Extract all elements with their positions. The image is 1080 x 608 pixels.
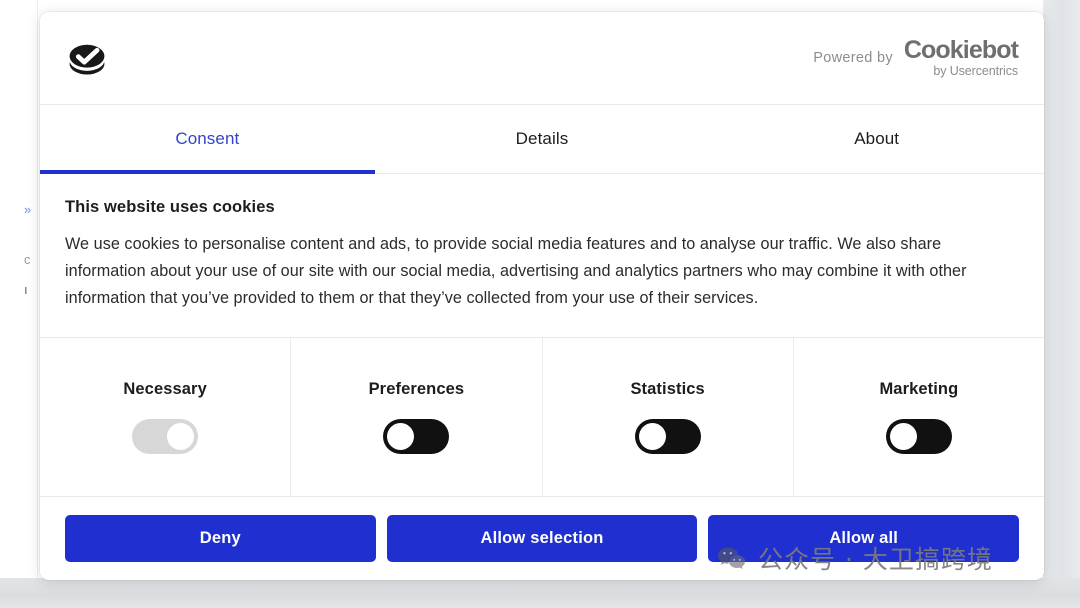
toggle-necessary-knob [167,423,195,451]
cookie-consent-dialog: Powered by Cookiebot by Usercentrics Con… [40,12,1044,580]
background-ghost-text-2: с [24,252,31,267]
toggle-statistics[interactable] [634,419,701,455]
toggle-statistics-knob [638,423,666,451]
background-bottom-strip [0,578,1080,608]
tab-consent[interactable]: Consent [40,105,375,174]
dialog-tabs: Consent Details About [40,105,1044,174]
category-necessary[interactable]: Necessary [40,338,292,496]
tab-details[interactable]: Details [375,105,710,173]
toggle-necessary [132,419,199,455]
toggle-preferences[interactable] [383,419,450,455]
background-ghost-text-1: » [24,202,32,217]
cookiebot-wordmark: Cookiebot by Usercentrics [903,36,1019,79]
tab-about[interactable]: About [709,105,1044,173]
background-ghost-text-3: ı [24,282,28,297]
powered-by-label: Powered by [813,50,893,66]
background-left-strip [0,0,40,578]
toggle-preferences-knob [387,423,415,451]
allow-all-button[interactable]: Allow all [708,515,1020,562]
category-statistics-label: Statistics [630,380,705,399]
category-marketing-label: Marketing [879,380,959,399]
body-title: This website uses cookies [65,198,275,216]
toggle-marketing[interactable] [885,419,952,455]
cookie-check-icon [65,36,109,80]
dialog-header: Powered by Cookiebot by Usercentrics [40,12,1044,105]
dialog-body: This website uses cookies We use cookies… [40,174,1044,339]
category-statistics[interactable]: Statistics [543,338,794,496]
powered-by-cookiebot[interactable]: Powered by Cookiebot by Usercentrics [813,36,1019,79]
dialog-actions: Deny Allow selection Allow all [40,497,1044,580]
toggle-marketing-knob [889,423,917,451]
background-left-rule [37,0,38,578]
cookiebot-brand-sub: by Usercentrics [933,64,1018,79]
category-preferences-label: Preferences [368,380,465,399]
deny-button[interactable]: Deny [65,515,376,562]
body-description: We use cookies to personalise content an… [65,235,967,307]
category-preferences[interactable]: Preferences [291,338,543,496]
cookie-categories: Necessary Preferences Statistics Marketi… [40,338,1044,497]
category-marketing[interactable]: Marketing [794,338,1044,496]
cookiebot-brand-name: Cookiebot [903,36,1019,65]
background-right-panel [1043,0,1080,608]
allow-selection-button[interactable]: Allow selection [386,515,698,562]
category-necessary-label: Necessary [123,380,207,399]
